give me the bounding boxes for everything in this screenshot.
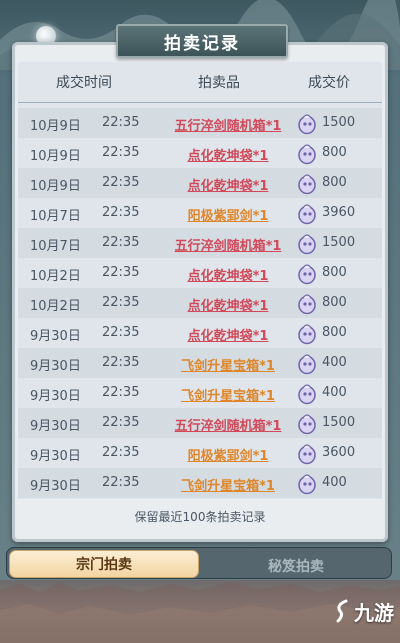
spirit-stone-icon [298, 444, 316, 465]
header-item: 拍卖品 [198, 75, 240, 91]
table-row[interactable]: 10月9日 22:35 五行淬剑随机箱*1 1500 [18, 108, 382, 138]
row-date: 9月30日 [30, 329, 81, 344]
table-row[interactable]: 9月30日 22:35 五行淬剑随机箱*1 1500 [18, 408, 382, 438]
row-time: 22:35 [102, 295, 140, 310]
row-date: 9月30日 [30, 419, 81, 434]
row-item-link[interactable]: 点化乾坤袋*1 [168, 145, 288, 164]
row-price: 1500 [322, 415, 356, 430]
table-row[interactable]: 10月7日 22:35 五行淬剑随机箱*1 1500 [18, 228, 382, 258]
spirit-stone-icon [298, 114, 316, 135]
row-date: 10月9日 [30, 149, 81, 164]
table-row[interactable]: 9月30日 22:35 飞剑升星宝箱*1 400 [18, 468, 382, 498]
row-price: 800 [322, 145, 347, 160]
row-item-link[interactable]: 点化乾坤袋*1 [168, 325, 288, 344]
auction-tabs: 宗门拍卖 秘笈拍卖 [6, 547, 392, 579]
row-date: 10月9日 [30, 179, 81, 194]
row-date: 10月7日 [30, 209, 81, 224]
row-date: 10月9日 [30, 119, 81, 134]
tab-secret-auction[interactable]: 秘笈拍卖 [203, 556, 389, 578]
spirit-stone-icon [298, 384, 316, 405]
row-item-link[interactable]: 点化乾坤袋*1 [168, 295, 288, 314]
row-price: 400 [322, 385, 347, 400]
row-time: 22:35 [102, 415, 140, 430]
table-row[interactable]: 9月30日 22:35 阳极紫郢剑*1 3600 [18, 438, 382, 468]
jiuyou-logo-icon [336, 599, 348, 623]
row-item-link[interactable]: 点化乾坤袋*1 [168, 175, 288, 194]
watermark-text: 九游 [354, 600, 394, 625]
row-time: 22:35 [102, 445, 140, 460]
retention-note: 保留最近100条拍卖记录 [134, 510, 266, 524]
row-price: 400 [322, 355, 347, 370]
row-price: 800 [322, 295, 347, 310]
row-time: 22:35 [102, 175, 140, 190]
row-price: 3960 [322, 205, 356, 220]
row-time: 22:35 [102, 115, 140, 130]
record-table: 成交时间 拍卖品 成交价 10月9日 22:35 五行淬剑随机箱*1 1500 10月9… [18, 62, 382, 524]
row-item-link[interactable]: 阳极紫郢剑*1 [168, 205, 288, 224]
row-price: 3600 [322, 445, 356, 460]
table-row[interactable]: 10月9日 22:35 点化乾坤袋*1 800 [18, 168, 382, 198]
header-price: 成交价 [308, 75, 350, 91]
row-date: 9月30日 [30, 359, 81, 374]
row-time: 22:35 [102, 235, 140, 250]
row-time: 22:35 [102, 385, 140, 400]
row-time: 22:35 [102, 145, 140, 160]
row-price: 400 [322, 475, 347, 490]
table-row[interactable]: 9月30日 22:35 飞剑升星宝箱*1 400 [18, 378, 382, 408]
table-row[interactable]: 10月2日 22:35 点化乾坤袋*1 800 [18, 288, 382, 318]
row-item-link[interactable]: 五行淬剑随机箱*1 [168, 235, 288, 254]
table-row[interactable]: 10月7日 22:35 阳极紫郢剑*1 3960 [18, 198, 382, 228]
table-row[interactable]: 9月30日 22:35 飞剑升星宝箱*1 400 [18, 348, 382, 378]
spirit-stone-icon [298, 264, 316, 285]
row-date: 9月30日 [30, 449, 81, 464]
row-price: 1500 [322, 235, 356, 250]
tab-sect-auction[interactable]: 宗门拍卖 [9, 550, 199, 578]
row-price: 1500 [322, 115, 356, 130]
spirit-stone-icon [298, 144, 316, 165]
row-time: 22:35 [102, 205, 140, 220]
row-time: 22:35 [102, 325, 140, 340]
row-item-link[interactable]: 五行淬剑随机箱*1 [168, 415, 288, 434]
header-time: 成交时间 [56, 75, 112, 91]
row-time: 22:35 [102, 355, 140, 370]
row-date: 10月2日 [30, 269, 81, 284]
table-header: 成交时间 拍卖品 成交价 [18, 62, 382, 103]
row-time: 22:35 [102, 265, 140, 280]
spirit-stone-icon [298, 294, 316, 315]
panel-title: 拍卖记录 [116, 24, 288, 58]
spirit-stone-icon [298, 174, 316, 195]
spirit-stone-icon [298, 324, 316, 345]
spirit-stone-icon [298, 474, 316, 495]
row-price: 800 [322, 265, 347, 280]
table-row[interactable]: 10月2日 22:35 点化乾坤袋*1 800 [18, 258, 382, 288]
spirit-stone-icon [298, 204, 316, 225]
row-item-link[interactable]: 点化乾坤袋*1 [168, 265, 288, 284]
spirit-stone-icon [298, 414, 316, 435]
row-item-link[interactable]: 飞剑升星宝箱*1 [168, 475, 288, 494]
brand-watermark: 九游 [334, 594, 394, 628]
table-row[interactable]: 10月9日 22:35 点化乾坤袋*1 800 [18, 138, 382, 168]
row-date: 9月30日 [30, 479, 81, 494]
row-item-link[interactable]: 飞剑升星宝箱*1 [168, 385, 288, 404]
row-time: 22:35 [102, 475, 140, 490]
row-date: 10月7日 [30, 239, 81, 254]
row-item-link[interactable]: 阳极紫郢剑*1 [168, 445, 288, 464]
row-date: 9月30日 [30, 389, 81, 404]
row-item-link[interactable]: 飞剑升星宝箱*1 [168, 355, 288, 374]
row-price: 800 [322, 325, 347, 340]
row-item-link[interactable]: 五行淬剑随机箱*1 [168, 115, 288, 134]
table-row[interactable]: 9月30日 22:35 点化乾坤袋*1 800 [18, 318, 382, 348]
row-date: 10月2日 [30, 299, 81, 314]
spirit-stone-icon [298, 354, 316, 375]
spirit-stone-icon [298, 234, 316, 255]
row-price: 800 [322, 175, 347, 190]
